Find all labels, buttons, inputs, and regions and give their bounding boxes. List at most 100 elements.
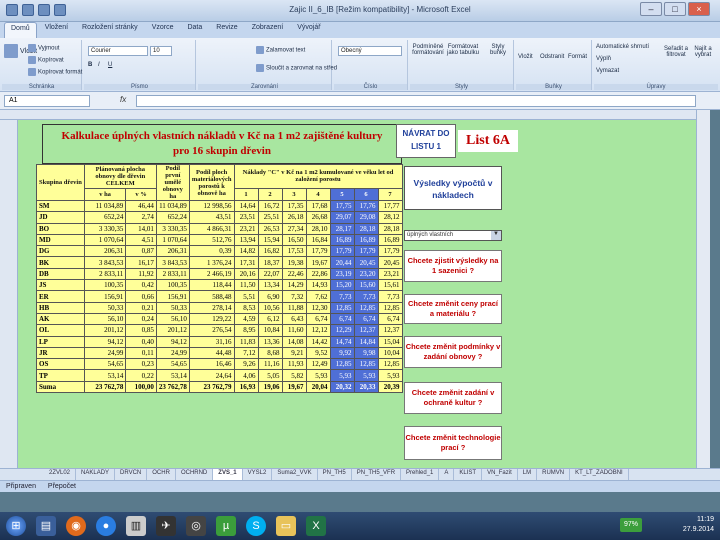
battery-indicator[interactable]: 97% bbox=[620, 518, 642, 532]
value-cell[interactable]: 16,72 bbox=[257, 199, 283, 213]
close-button[interactable]: × bbox=[688, 2, 710, 16]
value-cell[interactable]: 13,34 bbox=[257, 279, 283, 292]
value-cell[interactable]: 29,07 bbox=[329, 211, 355, 224]
value-cell[interactable]: 0,66 bbox=[125, 290, 157, 303]
value-cell[interactable]: 10,04 bbox=[377, 346, 403, 360]
cd-icon[interactable]: ◎ bbox=[186, 516, 206, 536]
value-cell[interactable]: 6,12 bbox=[257, 312, 283, 326]
value-cell[interactable]: 14,08 bbox=[281, 335, 307, 348]
species-cell[interactable]: JR bbox=[36, 346, 85, 360]
merge-center-button[interactable]: Sloučit a zarovnat na střed bbox=[256, 64, 337, 72]
utorrent-icon[interactable]: µ bbox=[216, 516, 236, 536]
name-box[interactable]: A1 bbox=[4, 95, 90, 107]
value-cell[interactable]: 17,76 bbox=[353, 199, 379, 213]
copy-button[interactable]: Kopírovat bbox=[28, 56, 64, 64]
value-cell[interactable]: 16,17 bbox=[125, 256, 157, 269]
sheet-tab[interactable]: KT_LT_ZADOBNI bbox=[570, 469, 629, 480]
value-cell[interactable]: 9,21 bbox=[281, 346, 307, 360]
value-cell[interactable]: 11 034,89 bbox=[155, 199, 190, 213]
formula-input[interactable] bbox=[136, 95, 696, 107]
value-cell[interactable]: 17,68 bbox=[305, 199, 331, 213]
sheet-tab[interactable]: PN_TH5_VFR bbox=[352, 469, 402, 480]
value-cell[interactable]: 0,42 bbox=[125, 279, 157, 292]
value-cell[interactable]: 1 376,24 bbox=[188, 256, 235, 269]
value-cell[interactable]: 24,99 bbox=[83, 346, 127, 360]
underline-button[interactable]: U bbox=[108, 62, 112, 68]
value-cell[interactable]: 276,54 bbox=[188, 324, 235, 337]
value-cell[interactable]: 27,34 bbox=[281, 222, 307, 235]
value-cell[interactable]: 16,89 bbox=[353, 233, 379, 247]
value-cell[interactable]: 11,92 bbox=[125, 267, 157, 281]
value-cell[interactable]: 3 843,53 bbox=[83, 256, 127, 269]
question-per-seedling-button[interactable]: Chcete zjistit výsledky na 1 sazenici ? bbox=[404, 250, 502, 282]
value-cell[interactable]: 5,93 bbox=[329, 369, 355, 382]
value-cell[interactable]: 23 762,78 bbox=[155, 380, 190, 394]
question-change-protection-button[interactable]: Chcete změnit zadání v ochraně kultur ? bbox=[404, 382, 502, 414]
value-cell[interactable]: 4,06 bbox=[233, 369, 259, 382]
value-cell[interactable]: 6,74 bbox=[377, 312, 403, 326]
value-cell[interactable]: 17,31 bbox=[233, 256, 259, 269]
value-cell[interactable]: 588,48 bbox=[188, 290, 235, 303]
value-cell[interactable]: 4,59 bbox=[233, 312, 259, 326]
value-cell[interactable]: 16,82 bbox=[257, 245, 283, 258]
value-cell[interactable]: 201,12 bbox=[155, 324, 190, 337]
value-cell[interactable]: 10,56 bbox=[257, 301, 283, 314]
value-cell[interactable]: 94,12 bbox=[83, 335, 127, 348]
sheet-tab[interactable]: ZVS_1 bbox=[213, 469, 243, 480]
value-cell[interactable]: 0,23 bbox=[125, 358, 157, 371]
firefox-icon[interactable]: ◉ bbox=[66, 516, 86, 536]
value-cell[interactable]: 28,17 bbox=[329, 222, 355, 235]
number-format-select[interactable]: Obecný bbox=[338, 46, 402, 56]
value-cell[interactable]: 23 762,78 bbox=[83, 380, 127, 394]
value-cell[interactable]: 56,10 bbox=[155, 312, 190, 326]
value-cell[interactable]: 100,00 bbox=[125, 380, 157, 394]
value-cell[interactable]: 12 998,56 bbox=[188, 199, 235, 213]
value-cell[interactable]: 5,93 bbox=[305, 369, 331, 382]
value-cell[interactable]: 0,11 bbox=[125, 346, 157, 360]
value-cell[interactable]: 11,60 bbox=[281, 324, 307, 337]
bird-app-icon[interactable]: ✈ bbox=[156, 516, 176, 536]
value-cell[interactable]: 26,68 bbox=[305, 211, 331, 224]
species-cell[interactable]: BO bbox=[36, 222, 85, 235]
species-cell[interactable]: DB bbox=[36, 267, 85, 281]
value-cell[interactable]: 19,67 bbox=[281, 380, 307, 394]
value-cell[interactable]: 17,79 bbox=[353, 245, 379, 258]
find-select-button[interactable]: Najít a vybrat bbox=[690, 46, 716, 58]
sheet-tab[interactable]: VYSL2 bbox=[243, 469, 273, 480]
species-cell[interactable]: Suma bbox=[36, 380, 85, 394]
value-cell[interactable]: 7,62 bbox=[305, 290, 331, 303]
sheet-tab[interactable]: RUMVN bbox=[537, 469, 571, 480]
value-cell[interactable]: 44,48 bbox=[188, 346, 235, 360]
value-cell[interactable]: 53,14 bbox=[155, 369, 190, 382]
autosum-button[interactable]: Automatické shrnutí bbox=[596, 44, 649, 50]
value-cell[interactable]: 23,51 bbox=[233, 211, 259, 224]
value-cell[interactable]: 28,12 bbox=[377, 211, 403, 224]
value-cell[interactable]: 18,37 bbox=[257, 256, 283, 269]
format-painter-button[interactable]: Kopírovat formát bbox=[28, 68, 82, 76]
value-cell[interactable]: 8,68 bbox=[257, 346, 283, 360]
chevron-down-icon[interactable]: ▼ bbox=[491, 231, 501, 240]
value-cell[interactable]: 201,12 bbox=[83, 324, 127, 337]
sheet-tab[interactable]: LM bbox=[518, 469, 538, 480]
value-cell[interactable]: 13,36 bbox=[257, 335, 283, 348]
value-cell[interactable]: 50,33 bbox=[155, 301, 190, 314]
sheet-tab[interactable]: NÁKLADY bbox=[76, 469, 116, 480]
value-cell[interactable]: 19,38 bbox=[281, 256, 307, 269]
value-cell[interactable]: 20,39 bbox=[377, 380, 403, 394]
value-cell[interactable]: 100,35 bbox=[83, 279, 127, 292]
minimize-button[interactable]: – bbox=[640, 2, 662, 16]
value-cell[interactable]: 20,04 bbox=[305, 380, 331, 394]
value-cell[interactable]: 7,73 bbox=[353, 290, 379, 303]
value-cell[interactable]: 22,86 bbox=[305, 267, 331, 281]
value-cell[interactable]: 15,04 bbox=[377, 335, 403, 348]
clear-button[interactable]: Vymazat bbox=[596, 68, 619, 74]
value-cell[interactable]: 12,30 bbox=[305, 301, 331, 314]
value-cell[interactable]: 46,44 bbox=[125, 199, 157, 213]
value-cell[interactable]: 14,82 bbox=[233, 245, 259, 258]
value-cell[interactable]: 5,51 bbox=[233, 290, 259, 303]
value-cell[interactable]: 0,40 bbox=[125, 335, 157, 348]
value-cell[interactable]: 50,33 bbox=[83, 301, 127, 314]
value-cell[interactable]: 6,90 bbox=[257, 290, 283, 303]
value-cell[interactable]: 19,06 bbox=[257, 380, 283, 394]
value-cell[interactable]: 12,85 bbox=[353, 301, 379, 314]
